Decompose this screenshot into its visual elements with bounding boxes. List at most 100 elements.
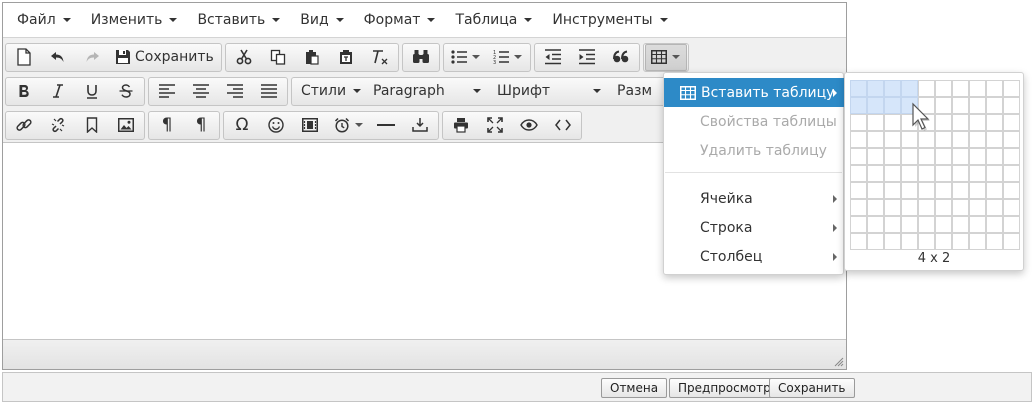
table-size-cell[interactable]: [935, 165, 952, 182]
anchor-button[interactable]: [75, 112, 109, 139]
table-size-cell[interactable]: [1003, 97, 1020, 114]
numbered-list-button[interactable]: 123: [487, 44, 529, 71]
source-code-button[interactable]: [546, 112, 580, 139]
find-replace-button[interactable]: [404, 44, 438, 71]
table-size-cell[interactable]: [935, 114, 952, 131]
table-size-cell[interactable]: [884, 80, 901, 97]
menu-insert[interactable]: Вставить: [187, 5, 290, 35]
show-blocks-button[interactable]: ¶: [150, 112, 184, 139]
table-size-cell[interactable]: [986, 165, 1003, 182]
menu-item-cell[interactable]: Ячейка: [664, 184, 845, 213]
menu-item-table-properties[interactable]: Свойства таблицы: [664, 107, 845, 136]
table-size-cell[interactable]: [901, 131, 918, 148]
table-size-cell[interactable]: [969, 80, 986, 97]
table-size-cell[interactable]: [867, 233, 884, 250]
menu-file[interactable]: Файл: [7, 5, 81, 35]
menu-item-column[interactable]: Столбец: [664, 242, 845, 271]
table-size-cell[interactable]: [867, 97, 884, 114]
table-size-cell[interactable]: [901, 182, 918, 199]
menu-item-row[interactable]: Строка: [664, 213, 845, 242]
table-size-cell[interactable]: [952, 199, 969, 216]
show-invisibles-button[interactable]: ¶: [184, 112, 218, 139]
table-size-cell[interactable]: [901, 148, 918, 165]
fullscreen-button[interactable]: [478, 112, 512, 139]
table-size-cell[interactable]: [969, 182, 986, 199]
table-size-cell[interactable]: [918, 182, 935, 199]
menu-edit[interactable]: Изменить: [81, 5, 188, 35]
table-size-cell[interactable]: [935, 148, 952, 165]
table-size-cell[interactable]: [969, 216, 986, 233]
table-size-cell[interactable]: [867, 182, 884, 199]
table-size-cell[interactable]: [935, 216, 952, 233]
table-size-cell[interactable]: [935, 182, 952, 199]
table-size-cell[interactable]: [952, 114, 969, 131]
insert-image-button[interactable]: [109, 112, 143, 139]
table-size-cell[interactable]: [918, 131, 935, 148]
table-size-cell[interactable]: [918, 114, 935, 131]
table-size-cell[interactable]: [986, 199, 1003, 216]
paragraph-dropdown[interactable]: Paragraph: [365, 78, 489, 105]
paste-text-button[interactable]: [329, 44, 363, 71]
table-size-cell[interactable]: [850, 114, 867, 131]
table-size-cell[interactable]: [901, 97, 918, 114]
table-size-cell[interactable]: [867, 165, 884, 182]
paste-button[interactable]: [295, 44, 329, 71]
align-center-button[interactable]: [184, 78, 218, 105]
insert-datetime-button[interactable]: [327, 112, 369, 139]
save-button[interactable]: Сохранить: [109, 44, 220, 71]
table-size-cell[interactable]: [901, 165, 918, 182]
table-size-cell[interactable]: [901, 80, 918, 97]
table-size-cell[interactable]: [1003, 182, 1020, 199]
table-size-cell[interactable]: [884, 165, 901, 182]
table-size-cell[interactable]: [918, 199, 935, 216]
outdent-button[interactable]: [536, 44, 570, 71]
insert-media-button[interactable]: [293, 112, 327, 139]
table-size-cell[interactable]: [867, 199, 884, 216]
table-size-cell[interactable]: [969, 131, 986, 148]
table-size-cell[interactable]: [969, 199, 986, 216]
table-size-cell[interactable]: [918, 148, 935, 165]
table-size-cell[interactable]: [850, 80, 867, 97]
horizontal-rule-button[interactable]: [369, 112, 403, 139]
table-size-cell[interactable]: [952, 233, 969, 250]
table-size-cell[interactable]: [935, 97, 952, 114]
align-justify-button[interactable]: [252, 78, 286, 105]
underline-button[interactable]: [75, 78, 109, 105]
table-size-cell[interactable]: [884, 182, 901, 199]
print-button[interactable]: [444, 112, 478, 139]
table-size-cell[interactable]: [986, 216, 1003, 233]
table-size-cell[interactable]: [850, 182, 867, 199]
table-size-cell[interactable]: [986, 114, 1003, 131]
table-size-cell[interactable]: [1003, 165, 1020, 182]
table-size-cell[interactable]: [969, 97, 986, 114]
insert-link-button[interactable]: [7, 112, 41, 139]
bullet-list-button[interactable]: [445, 44, 487, 71]
table-size-cell[interactable]: [867, 80, 884, 97]
save-page-button[interactable]: Сохранить: [769, 378, 855, 398]
table-size-cell[interactable]: [850, 97, 867, 114]
table-size-cell[interactable]: [986, 148, 1003, 165]
table-size-cell[interactable]: [918, 165, 935, 182]
table-size-cell[interactable]: [952, 97, 969, 114]
table-size-cell[interactable]: [1003, 148, 1020, 165]
undo-button[interactable]: [41, 44, 75, 71]
table-size-cell[interactable]: [986, 80, 1003, 97]
table-size-cell[interactable]: [850, 216, 867, 233]
table-size-cell[interactable]: [867, 131, 884, 148]
table-size-cell[interactable]: [884, 199, 901, 216]
table-size-cell[interactable]: [884, 216, 901, 233]
table-size-cell[interactable]: [901, 233, 918, 250]
cut-button[interactable]: [227, 44, 261, 71]
table-size-cell[interactable]: [935, 80, 952, 97]
styles-dropdown[interactable]: Стили: [293, 78, 365, 105]
table-size-cell[interactable]: [1003, 131, 1020, 148]
table-size-cell[interactable]: [918, 97, 935, 114]
table-size-cell[interactable]: [952, 182, 969, 199]
table-size-cell[interactable]: [867, 216, 884, 233]
table-size-cell[interactable]: [850, 131, 867, 148]
strikethrough-button[interactable]: [109, 78, 143, 105]
table-size-cell[interactable]: [850, 148, 867, 165]
emoticons-button[interactable]: [259, 112, 293, 139]
menu-item-insert-table[interactable]: Вставить таблицу: [664, 78, 845, 107]
table-size-cell[interactable]: [969, 233, 986, 250]
